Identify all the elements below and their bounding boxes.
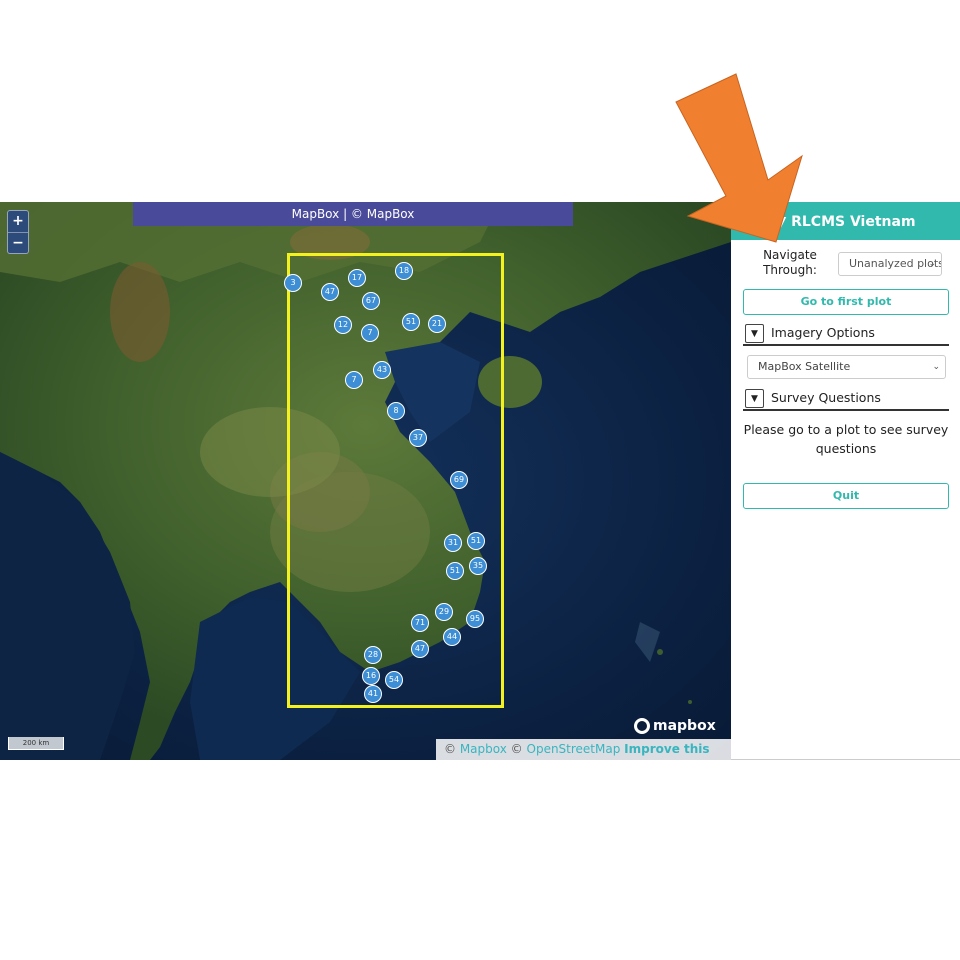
- chevron-down-icon: ⌄: [932, 362, 940, 372]
- cluster-marker[interactable]: 29: [435, 603, 453, 621]
- cluster-marker[interactable]: 47: [411, 640, 429, 658]
- imagery-select[interactable]: MapBox Satellite ⌄: [747, 355, 946, 379]
- mapbox-logo[interactable]: mapbox: [634, 716, 716, 736]
- cluster-marker[interactable]: 54: [385, 671, 403, 689]
- survey-questions-header[interactable]: ▼ Survey Questions: [743, 387, 949, 411]
- cluster-marker[interactable]: 43: [373, 361, 391, 379]
- cluster-marker[interactable]: 71: [411, 614, 429, 632]
- cluster-marker[interactable]: 7: [361, 324, 379, 342]
- mapbox-link[interactable]: Mapbox: [460, 742, 507, 756]
- attribution-copyright: ©: [444, 742, 456, 756]
- navigate-row: Navigate Through: Unanalyzed plots ⌄: [743, 248, 953, 280]
- osm-link[interactable]: OpenStreetMap: [527, 742, 621, 756]
- cluster-marker[interactable]: 18: [395, 262, 413, 280]
- cluster-marker[interactable]: 41: [364, 685, 382, 703]
- imagery-options-title: Imagery Options: [771, 325, 875, 340]
- mapbox-logo-text: mapbox: [653, 718, 716, 734]
- project-boundary: [287, 253, 504, 708]
- cluster-marker[interactable]: 51: [446, 562, 464, 580]
- zoom-in-button[interactable]: +: [8, 211, 28, 232]
- go-to-first-plot-button[interactable]: Go to first plot: [743, 289, 949, 315]
- map-view[interactable]: MapBox | © MapBox + − 3 47 17 18 67 12 7 51 21 43…: [0, 202, 731, 760]
- map-attribution: © Mapbox © OpenStreetMap Improve this ma…: [436, 739, 731, 760]
- cluster-marker[interactable]: 16: [362, 667, 380, 685]
- collapse-toggle-icon[interactable]: ▼: [745, 389, 764, 408]
- cluster-marker[interactable]: 44: [443, 628, 461, 646]
- cluster-marker[interactable]: 31: [444, 534, 462, 552]
- cluster-marker[interactable]: 28: [364, 646, 382, 664]
- cluster-marker[interactable]: 8: [387, 402, 405, 420]
- orange-arrow-annotation: [675, 73, 803, 243]
- navigate-select[interactable]: Unanalyzed plots ⌄: [838, 252, 942, 276]
- chevron-down-icon: ⌄: [928, 259, 936, 269]
- survey-questions-title: Survey Questions: [771, 390, 881, 405]
- cluster-marker[interactable]: 51: [402, 313, 420, 331]
- imagery-options-header[interactable]: ▼ Imagery Options: [743, 322, 949, 346]
- cluster-marker[interactable]: 95: [466, 610, 484, 628]
- cluster-marker[interactable]: 17: [348, 269, 366, 287]
- mapbox-logo-icon: [634, 718, 650, 734]
- scale-bar: 200 km: [8, 737, 64, 750]
- survey-message: Please go to a plot to see survey questi…: [743, 422, 949, 456]
- cluster-marker[interactable]: 67: [362, 292, 380, 310]
- zoom-out-button[interactable]: −: [8, 232, 28, 253]
- cluster-marker[interactable]: 69: [450, 471, 468, 489]
- zoom-control: + −: [7, 210, 29, 254]
- cluster-marker[interactable]: 21: [428, 315, 446, 333]
- cluster-marker[interactable]: 37: [409, 429, 427, 447]
- map-attribution-banner: MapBox | © MapBox: [133, 202, 573, 226]
- collapse-toggle-icon[interactable]: ▼: [745, 324, 764, 343]
- navigate-label: Navigate Through:: [763, 248, 817, 277]
- cluster-marker[interactable]: 51: [467, 532, 485, 550]
- cluster-marker[interactable]: 47: [321, 283, 339, 301]
- quit-button[interactable]: Quit: [743, 483, 949, 509]
- attribution-copyright: ©: [510, 742, 523, 756]
- cluster-marker[interactable]: 12: [334, 316, 352, 334]
- app-root: MapBox | © MapBox + − 3 47 17 18 67 12 7 51 21 43…: [0, 0, 960, 960]
- cluster-marker[interactable]: 3: [284, 274, 302, 292]
- cluster-marker[interactable]: 7: [345, 371, 363, 389]
- imagery-select-value: MapBox Satellite: [758, 360, 851, 373]
- sidebar: ▼ RLCMS Vietnam Navigate Through: Unanal…: [731, 202, 960, 760]
- cluster-marker[interactable]: 35: [469, 557, 487, 575]
